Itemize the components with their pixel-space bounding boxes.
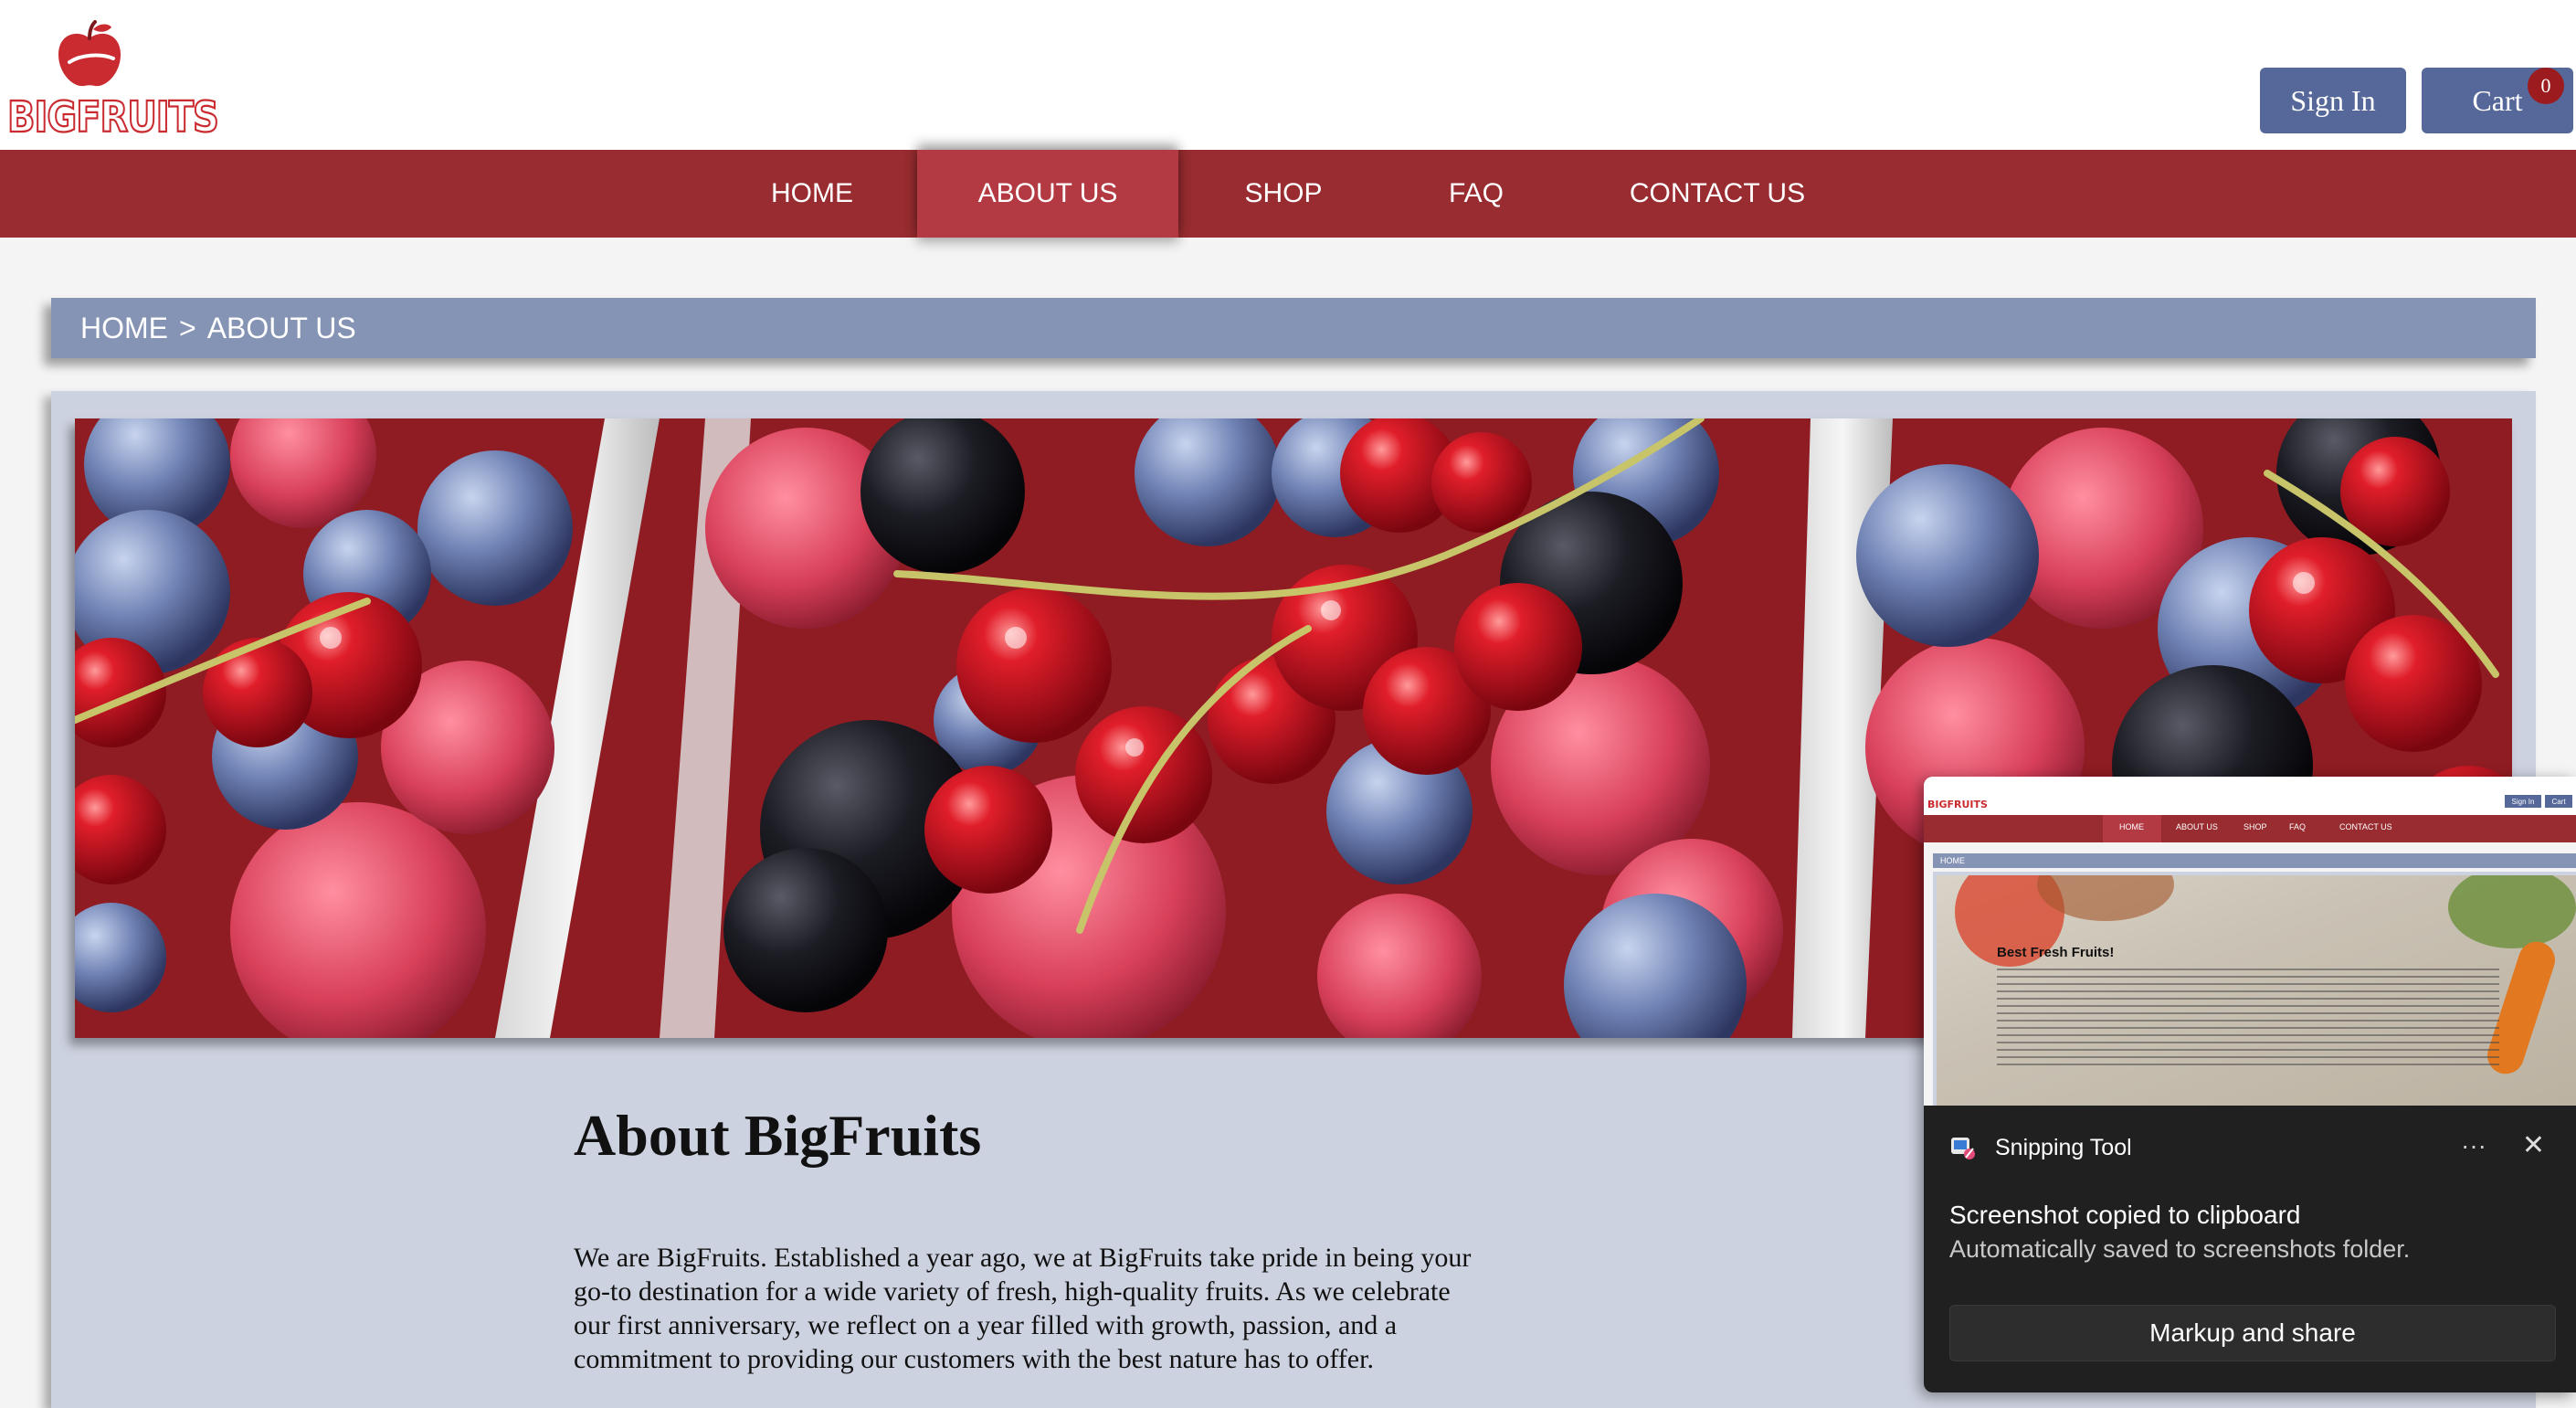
screenshot-thumbnail[interactable]: BIGFRUITS Sign In Cart HOME ABOUT US SHO…	[1924, 777, 2576, 1106]
thumb-breadcrumb: HOME	[1933, 853, 2576, 868]
close-icon[interactable]: ✕	[2522, 1129, 2545, 1161]
apple-icon	[58, 20, 121, 87]
thumb-cart: Cart	[2545, 795, 2572, 808]
breadcrumb-home[interactable]: HOME	[80, 312, 168, 345]
thumb-nav-contact: CONTACT US	[2339, 822, 2392, 831]
cart-count-badge: 0	[2528, 68, 2564, 104]
toast-subtitle: Automatically saved to screenshots folde…	[1949, 1235, 2411, 1263]
sign-in-button[interactable]: Sign In	[2260, 68, 2406, 133]
thumb-nav-shop: SHOP	[2243, 822, 2267, 831]
nav-faq[interactable]: FAQ	[1421, 150, 1531, 238]
snipping-tool-icon	[1951, 1138, 1975, 1159]
nav-contact-us[interactable]: CONTACT US	[1615, 150, 1820, 238]
breadcrumb-current: ABOUT US	[206, 311, 356, 344]
logo-wordmark: BIGFRUITS	[6, 92, 220, 143]
thumb-sign-in: Sign In	[2505, 795, 2541, 808]
breadcrumb-separator: >	[179, 311, 196, 344]
thumb-nav-home: HOME	[2119, 822, 2144, 831]
about-title: About BigFruits	[574, 1103, 982, 1168]
toast-title: Screenshot copied to clipboard	[1949, 1201, 2301, 1229]
markup-and-share-button[interactable]: Markup and share	[1949, 1305, 2556, 1361]
toast-app-name: Snipping Tool	[1995, 1134, 2132, 1160]
site-header: BIGFRUITS Sign In Cart 0	[0, 0, 2576, 150]
main-nav: HOME ABOUT US SHOP FAQ CONTACT US	[0, 150, 2576, 238]
thumb-nav-about: ABOUT US	[2176, 822, 2218, 831]
breadcrumb: HOME > ABOUT US	[51, 298, 2536, 358]
nav-home[interactable]: HOME	[745, 150, 879, 238]
thumb-heading: Best Fresh Fruits!	[1997, 945, 2115, 960]
thumb-nav-faq: FAQ	[2289, 822, 2307, 831]
nav-about-us[interactable]: ABOUT US	[917, 150, 1178, 238]
snipping-tool-notification[interactable]: BIGFRUITS Sign In Cart HOME ABOUT US SHO…	[1924, 777, 2576, 1392]
thumb-logo: BIGFRUITS	[1927, 799, 1988, 810]
more-options-icon[interactable]: ···	[2461, 1131, 2486, 1160]
nav-shop[interactable]: SHOP	[1220, 150, 1346, 238]
about-body: We are BigFruits. Established a year ago…	[574, 1243, 1472, 1374]
toast-header: Snipping Tool ··· ✕	[1949, 1127, 2552, 1168]
bigfruits-logo[interactable]: BIGFRUITS	[6, 18, 220, 146]
